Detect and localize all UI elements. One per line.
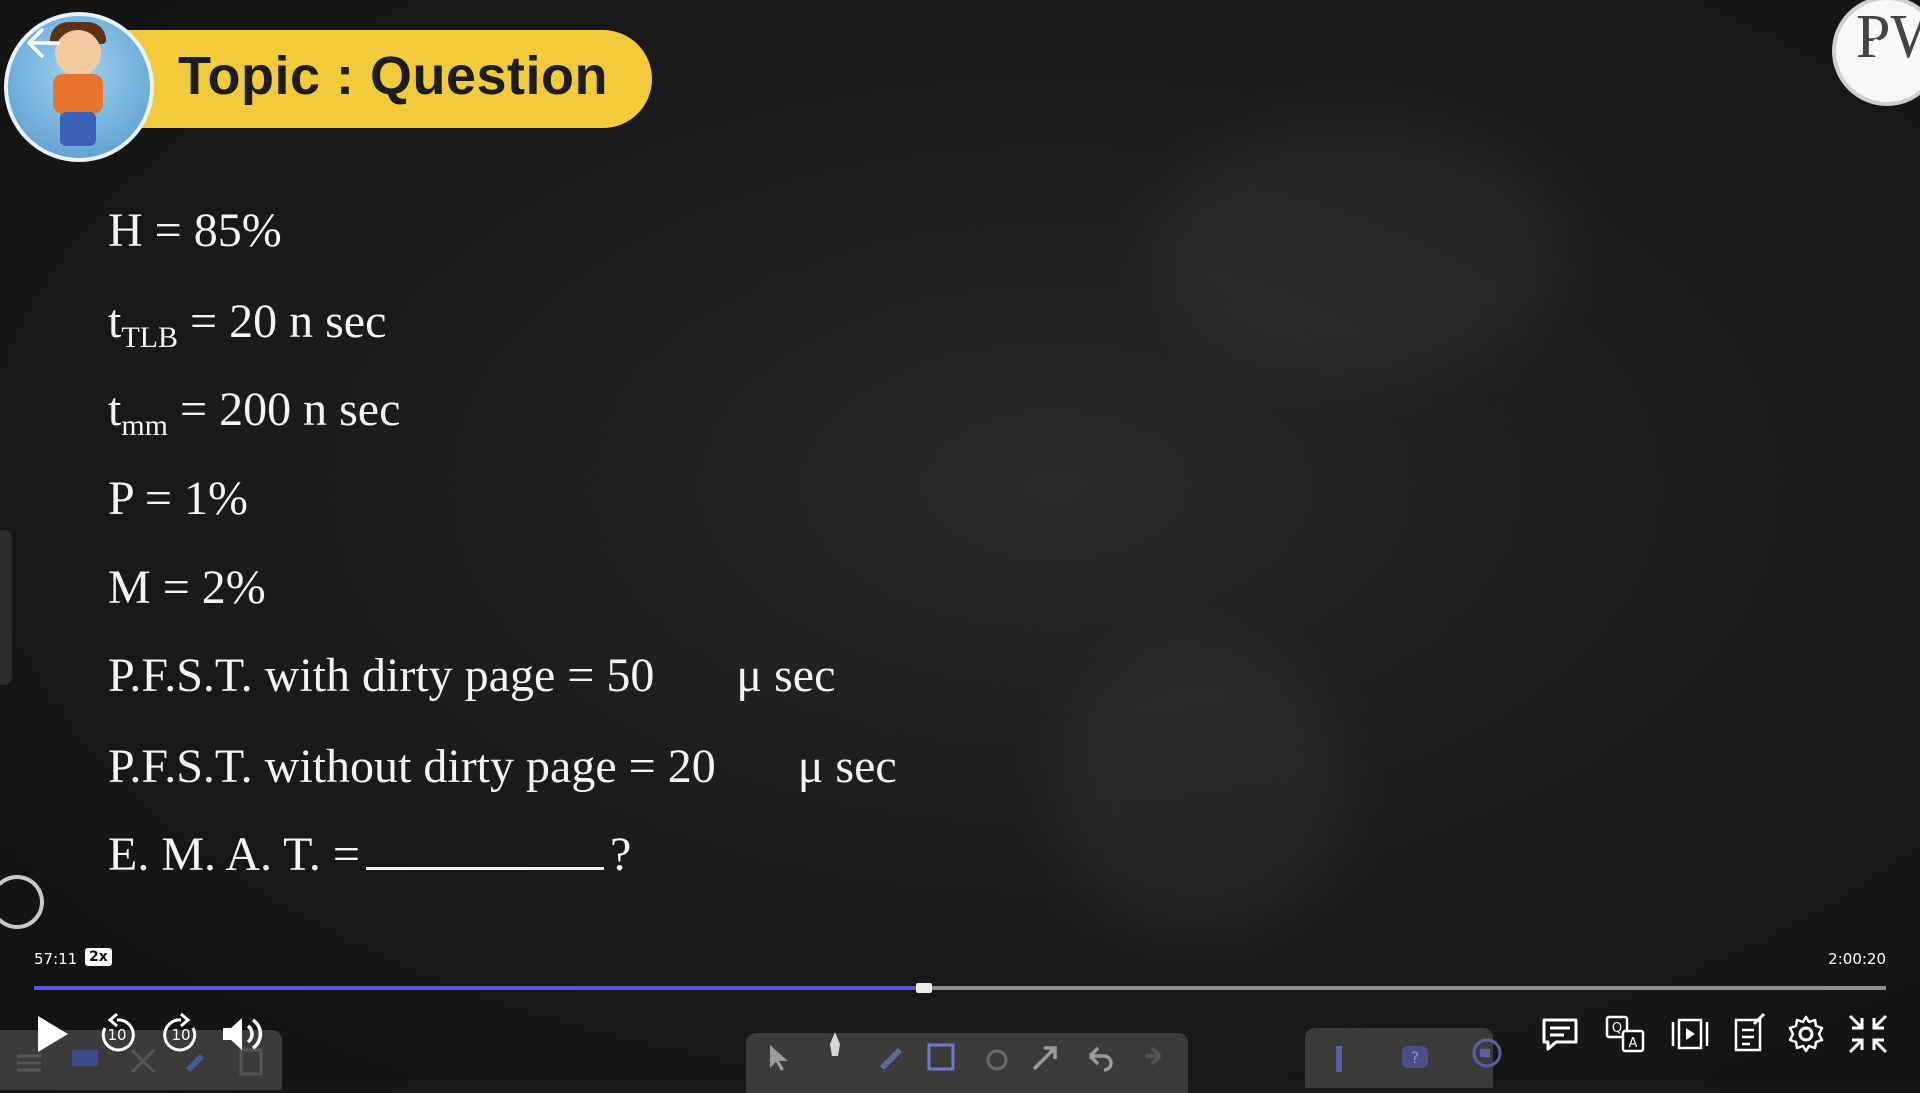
- undo-icon[interactable]: [1084, 1042, 1114, 1072]
- line-lhs: t: [108, 383, 122, 436]
- question-line-pfst-dirty: P.F.S.T. with dirty page = 50 μ sec: [108, 648, 835, 703]
- back-button[interactable]: [22, 22, 64, 64]
- svg-text:A: A: [1629, 1036, 1638, 1051]
- line-lhs: M: [108, 561, 151, 614]
- topic-title: Topic : Question: [178, 46, 608, 106]
- video-stage[interactable]: Topic : Question PW H = 85% tTLB = 20 n …: [0, 0, 1920, 1093]
- question-line-tmm: tmm = 200 n sec: [108, 382, 400, 443]
- highlighter-tool-icon[interactable]: [876, 1042, 906, 1072]
- svg-text:?: ?: [1411, 1048, 1420, 1067]
- rectangle-tool-icon[interactable]: [926, 1042, 956, 1072]
- menu-dot: [1873, 39, 1879, 45]
- progress-bar[interactable]: [34, 983, 1886, 993]
- camera-icon[interactable]: [1472, 1038, 1502, 1068]
- redo-icon[interactable]: [1136, 1042, 1166, 1072]
- line-rhs: = 200 n sec: [180, 383, 401, 436]
- playback-speed-badge[interactable]: 2x: [85, 948, 112, 966]
- chalk-smudge: [1050, 640, 1350, 940]
- line-question-mark: ?: [609, 828, 632, 881]
- poll-icon[interactable]: [1324, 1042, 1354, 1072]
- line-subscript: mm: [121, 409, 169, 442]
- line-lhs: t: [108, 295, 122, 348]
- answer-blank: [365, 833, 604, 870]
- chalk-smudge: [1150, 120, 1570, 380]
- forward-seconds: 10: [171, 1026, 191, 1044]
- question-line-p: P = 1%: [108, 471, 248, 526]
- arrow-tool-icon[interactable]: [1030, 1042, 1060, 1072]
- volume-icon[interactable]: [220, 1014, 266, 1054]
- translate-icon[interactable]: Q A: [1604, 1014, 1646, 1054]
- side-panel-handle[interactable]: [0, 530, 12, 685]
- cursor-tool-icon[interactable]: [764, 1042, 794, 1072]
- line-lhs: E. M. A. T. =: [108, 828, 360, 881]
- rewind-seconds: 10: [107, 1026, 127, 1044]
- line-subscript: TLB: [121, 321, 179, 354]
- question-icon[interactable]: ?: [1400, 1042, 1430, 1072]
- question-line-h: H = 85%: [108, 203, 282, 258]
- pen-tool-icon[interactable]: [820, 1030, 850, 1060]
- more-menu-button[interactable]: [1870, 28, 1882, 64]
- mascot-legs: [60, 112, 96, 146]
- total-duration: 2:00:20: [1828, 950, 1886, 968]
- line-lhs: P.F.S.T. without dirty page = 20: [108, 740, 716, 793]
- line-unit: μ sec: [797, 740, 897, 793]
- menu-dot: [1873, 50, 1879, 56]
- playlist-icon[interactable]: [1670, 1016, 1710, 1052]
- arrow-left-icon: [27, 28, 60, 58]
- line-lhs: P.F.S.T. with dirty page = 50: [108, 649, 655, 702]
- forward-10-button[interactable]: 10: [160, 1012, 202, 1056]
- line-rhs: = 85%: [154, 204, 282, 257]
- line-rhs: = 2%: [162, 561, 266, 614]
- minimize-icon[interactable]: [1846, 1012, 1890, 1056]
- teacher-glasses-fragment: [0, 875, 44, 929]
- question-line-pfst-clean: P.F.S.T. without dirty page = 20 μ sec: [108, 739, 897, 794]
- rewind-10-button[interactable]: 10: [96, 1012, 138, 1056]
- notes-icon[interactable]: [1732, 1012, 1768, 1054]
- gear-icon[interactable]: [1786, 1014, 1826, 1054]
- more-vertical-icon: [1873, 28, 1879, 34]
- question-line-emat: E. M. A. T. =?: [108, 827, 631, 882]
- question-line-m: M = 2%: [108, 560, 266, 615]
- line-rhs: = 20 n sec: [190, 295, 387, 348]
- line-lhs: P: [108, 472, 133, 525]
- svg-text:Q: Q: [1612, 1021, 1622, 1036]
- line-rhs: = 1%: [144, 472, 248, 525]
- play-icon[interactable]: [32, 1012, 72, 1056]
- question-line-ttlb: tTLB = 20 n sec: [108, 294, 386, 355]
- progress-scrubber[interactable]: [916, 983, 932, 993]
- circle-tool-icon[interactable]: [982, 1042, 1012, 1072]
- current-time: 57:11: [34, 950, 78, 968]
- pw-logo-text: PW: [1856, 3, 1920, 71]
- line-lhs: H: [108, 204, 143, 257]
- whiteboard-toolbar: [746, 1033, 1188, 1093]
- progress-played: [34, 986, 916, 990]
- chat-icon[interactable]: [1540, 1014, 1580, 1054]
- line-unit: μ sec: [736, 649, 836, 702]
- mascot-shirt: [53, 74, 103, 114]
